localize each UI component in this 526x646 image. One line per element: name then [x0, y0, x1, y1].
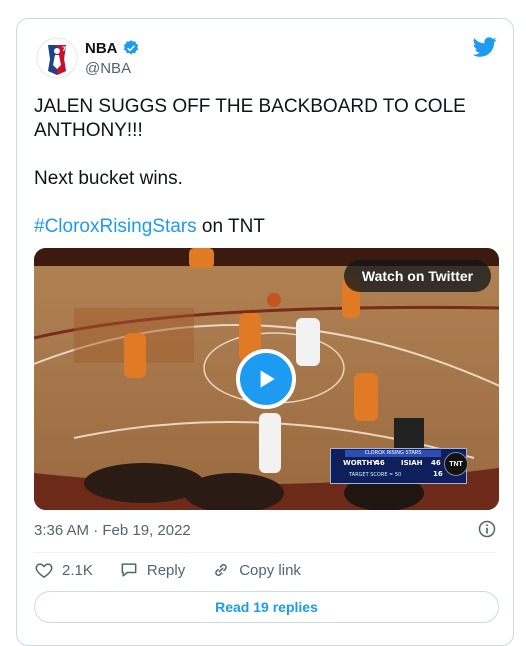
tweet-text: JALEN SUGGS OFF THE BACKBOARD TO COLE AN… [34, 95, 474, 239]
like-count: 2.1K [62, 561, 93, 579]
scorebug-score2: 46 [431, 459, 441, 467]
tweet-timestamp[interactable]: 3:36 AM · Feb 19, 2022 [34, 522, 191, 539]
reply-icon [121, 563, 137, 577]
read-replies-button[interactable]: Read 19 replies [34, 591, 499, 623]
tweet-hashtag-line: #CloroxRisingStars on TNT [34, 215, 474, 239]
copy-link-label: Copy link [239, 561, 301, 579]
scorebug-team2: ISIAH [401, 459, 423, 467]
svg-text:75: 75 [62, 46, 70, 53]
tweet-paragraph-1: JALEN SUGGS OFF THE BACKBOARD TO COLE AN… [34, 96, 466, 141]
nba-logo-avatar[interactable]: 75 [36, 37, 78, 79]
video-player[interactable]: Watch on Twitter CLOROX RISING STARS WOR… [34, 248, 499, 510]
copy-link-button[interactable]: Copy link [211, 560, 301, 580]
author-name[interactable]: NBA [85, 40, 118, 57]
scorebug-target: TARGET SCORE = 50 [349, 472, 402, 478]
heart-icon [35, 563, 53, 578]
tweet-paragraph-2: Next bucket wins. [34, 168, 183, 189]
scorebug-fouls: 16 [433, 470, 443, 478]
play-icon [260, 370, 275, 388]
watch-on-twitter-button[interactable]: Watch on Twitter [344, 260, 491, 292]
hashtag-link[interactable]: #CloroxRisingStars [34, 216, 197, 237]
scorebug-score1: 46 [375, 459, 385, 467]
tnt-logo: TNT [444, 452, 468, 476]
divider [34, 552, 496, 553]
play-button[interactable] [236, 349, 296, 409]
author-name-row[interactable]: NBA [85, 39, 140, 57]
author-handle[interactable]: @NBA [85, 60, 131, 77]
verified-badge-icon [123, 40, 138, 55]
hashtag-suffix: on TNT [196, 216, 265, 237]
like-button[interactable]: 2.1K [34, 560, 93, 580]
tweet-card: 75 NBA @NBA JALEN SUGGS OFF THE BACKBOAR… [16, 18, 514, 646]
reply-label: Reply [146, 561, 186, 579]
scorebug-team1: WORTHY [343, 459, 378, 467]
link-icon [215, 564, 228, 576]
action-bar: 2.1K Reply Copy link [34, 560, 327, 580]
twitter-bird-icon[interactable] [473, 35, 497, 59]
info-icon[interactable] [477, 519, 497, 539]
reply-button[interactable]: Reply [119, 560, 185, 580]
scorebug-title: CLOROX RISING STARS [345, 450, 441, 457]
